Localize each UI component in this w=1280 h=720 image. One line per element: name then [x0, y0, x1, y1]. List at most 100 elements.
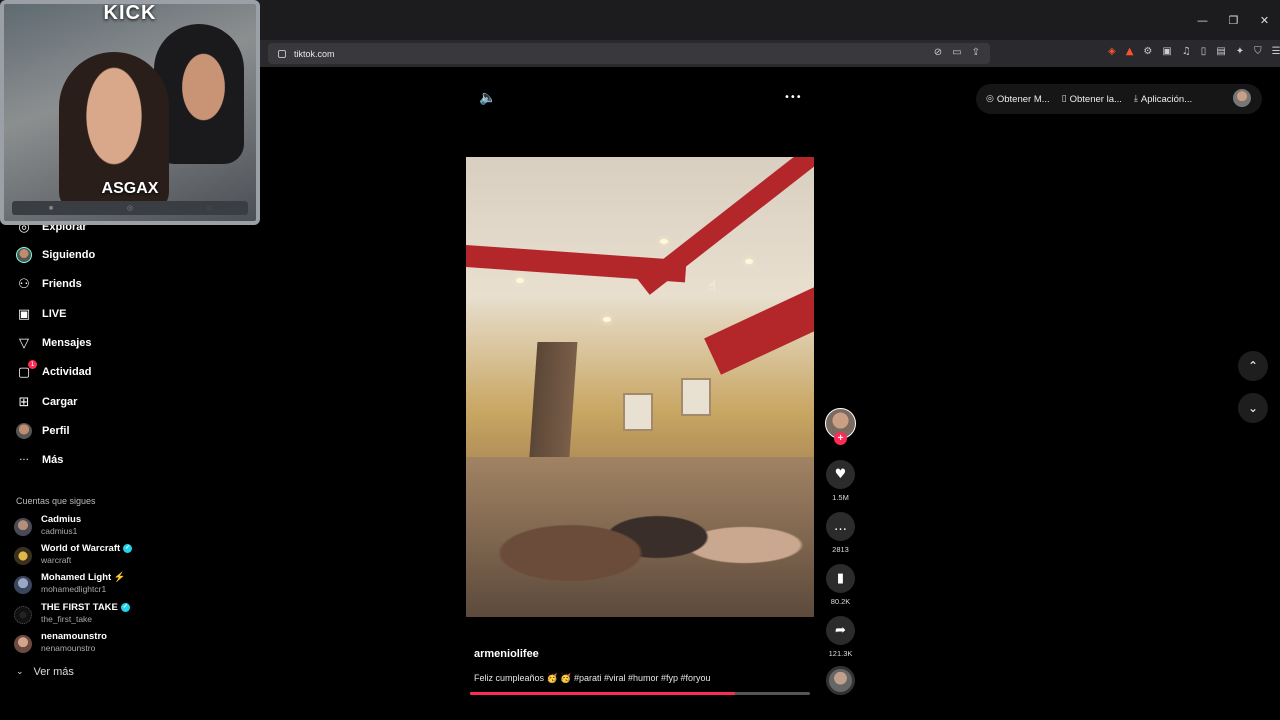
account-handle: warcraft: [41, 555, 72, 565]
following-account[interactable]: THE FIRST TAKE ✓ the_first_take: [14, 602, 154, 630]
leo-ai-icon[interactable]: ✦: [1236, 46, 1244, 57]
following-account[interactable]: Cadmius cadmius1: [14, 514, 154, 542]
verified-icon: ✓: [123, 543, 133, 553]
sidebar-item-label: Cargar: [42, 396, 78, 408]
url-text[interactable]: tiktok.com: [294, 49, 335, 59]
following-avatar: [16, 247, 32, 263]
account-name: THE FIRST TAKE ✓: [41, 602, 130, 613]
account-name: nenamounstro: [41, 631, 107, 642]
sidebar-item-activity[interactable]: ▢ 1 Actividad: [0, 360, 150, 384]
tracking-icon[interactable]: ⊘: [934, 47, 942, 58]
see-more-button[interactable]: ⌄ Ver más: [16, 666, 74, 678]
phone-icon: ▯: [1061, 94, 1067, 104]
vpn-icon[interactable]: ⛉: [1254, 46, 1262, 57]
follow-plus-icon[interactable]: +: [834, 432, 847, 445]
next-video-button[interactable]: ⌄: [1238, 393, 1268, 423]
previous-video-button[interactable]: ⌃: [1238, 351, 1268, 381]
sidebar-item-messages[interactable]: ▽ Mensajes: [0, 331, 150, 355]
music-disc-icon[interactable]: [826, 666, 855, 695]
like-action[interactable]: ♥ 1.5M: [826, 460, 855, 502]
restore-button[interactable]: ❐: [1218, 14, 1249, 27]
account-name: World of Warcraft ✓: [41, 543, 133, 554]
share-icon[interactable]: ⇪: [972, 47, 980, 58]
extension-icon[interactable]: ⚙: [1143, 46, 1152, 57]
account-name-text: THE FIRST TAKE: [41, 602, 118, 613]
cast-icon[interactable]: ▭: [952, 47, 961, 58]
video-scene: [704, 279, 814, 375]
media-icon[interactable]: ♫: [1182, 46, 1191, 57]
following-account[interactable]: nenamounstro nenamounstro: [14, 631, 154, 659]
video-player[interactable]: [466, 157, 814, 617]
share-icon[interactable]: ➦: [826, 616, 855, 645]
avatar: [14, 547, 32, 565]
minimize-button[interactable]: —: [1187, 14, 1218, 27]
screenshot-icon[interactable]: ▣: [1162, 46, 1171, 57]
account-name-text: World of Warcraft: [41, 543, 121, 554]
video-progress-fill: [470, 692, 736, 695]
video-scene: [623, 393, 653, 431]
sidebar-item-following[interactable]: Siguiendo: [0, 243, 150, 267]
video-author[interactable]: armeniolifee: [474, 648, 539, 660]
sidebar-item-friends[interactable]: ⚇ Friends: [0, 272, 150, 296]
account-name: Cadmius: [41, 514, 82, 525]
more-options-icon[interactable]: •••: [784, 92, 802, 103]
live-icon: ▣: [17, 306, 31, 322]
window-controls: — ❐ ✕: [1187, 14, 1280, 27]
streamer-name: ASGAX: [101, 180, 159, 197]
sidebar-toggle-icon[interactable]: ▯: [1201, 46, 1207, 57]
bookmark-icon[interactable]: ▮: [826, 564, 855, 593]
stream-webcam-overlay: KICK ASGAX ■ ◎ ◌: [0, 0, 260, 225]
sidebar-item-label: Más: [42, 454, 64, 466]
account-name: Mohamed Light ⚡: [41, 572, 126, 583]
brave-shield-icon[interactable]: ◈: [1108, 46, 1116, 57]
account-name-text: Mohamed Light: [41, 572, 112, 583]
pill-label: Aplicación...: [1140, 93, 1193, 105]
site-settings-icon[interactable]: [278, 49, 286, 58]
get-coins-button[interactable]: ◎ Obtener M...: [986, 94, 1050, 105]
video-caption: Feliz cumpleaños 🥳 🥳 #parati #viral #hum…: [474, 673, 711, 683]
pill-label: Obtener M...: [996, 93, 1050, 105]
like-count: 1.5M: [832, 493, 849, 502]
video-scene: [660, 239, 668, 244]
sidebar-item-more[interactable]: ··· Más: [0, 448, 150, 472]
avatar: [14, 576, 32, 594]
sidebar-item-label: Mensajes: [42, 337, 92, 349]
close-button[interactable]: ✕: [1249, 14, 1280, 27]
get-app-button[interactable]: ▯ Obtener la...: [1062, 94, 1122, 105]
account-handle: mohamedlightcr1: [41, 584, 107, 594]
address-bar[interactable]: tiktok.com ⊘ ▭ ⇪: [268, 43, 990, 64]
share-action[interactable]: ➦ 121.3K: [826, 616, 855, 658]
upload-icon: ⊞: [18, 394, 30, 410]
avatar: [14, 518, 32, 536]
sidebar-item-label: Actividad: [42, 366, 92, 378]
menu-icon[interactable]: ☰: [1272, 46, 1280, 57]
wallet-icon[interactable]: ▤: [1216, 46, 1225, 57]
coin-icon: ◎: [986, 94, 994, 104]
heart-icon[interactable]: ♥: [826, 460, 855, 489]
friends-icon: ⚇: [18, 276, 30, 292]
comment-icon[interactable]: …: [826, 512, 855, 541]
overlay-social-bar: ■ ◎ ◌: [12, 201, 248, 215]
profile-avatar: [16, 423, 32, 439]
following-section-title: Cuentas que sigues: [16, 496, 96, 506]
sidebar-item-live[interactable]: ▣ LIVE: [0, 302, 150, 326]
brave-rewards-icon[interactable]: ▲: [1126, 46, 1134, 57]
volume-icon[interactable]: 🔈: [479, 90, 496, 106]
app-promo-bar: ◎ Obtener M... ▯ Obtener la... ⤓ Aplicac…: [976, 84, 1262, 114]
browser-toolbar: tiktok.com ⊘ ▭ ⇪ ◈ ▲ ⚙ ▣ ♫ ▯ ▤ ✦ ⛉ ☰: [260, 40, 1280, 67]
comment-action[interactable]: … 2813: [826, 512, 855, 554]
messages-icon: ▽: [19, 335, 29, 351]
download-icon: ⤓: [1133, 94, 1138, 104]
video-progress-bar[interactable]: [470, 692, 810, 695]
user-avatar[interactable]: [1233, 89, 1251, 107]
desktop-app-button[interactable]: ⤓ Aplicación...: [1134, 94, 1192, 105]
video-scene: [603, 317, 611, 322]
chevron-up-icon: ⌃: [1247, 359, 1259, 373]
sidebar-item-profile[interactable]: Perfil: [0, 419, 150, 443]
sidebar-item-upload[interactable]: ⊞ Cargar: [0, 390, 150, 414]
chevron-down-icon: ⌄: [1247, 401, 1259, 415]
sidebar-item-label: LIVE: [42, 308, 67, 320]
save-action[interactable]: ▮ 80.2K: [826, 564, 855, 606]
following-account[interactable]: World of Warcraft ✓ warcraft: [14, 543, 154, 571]
following-account[interactable]: Mohamed Light ⚡ mohamedlightcr1: [14, 572, 154, 600]
